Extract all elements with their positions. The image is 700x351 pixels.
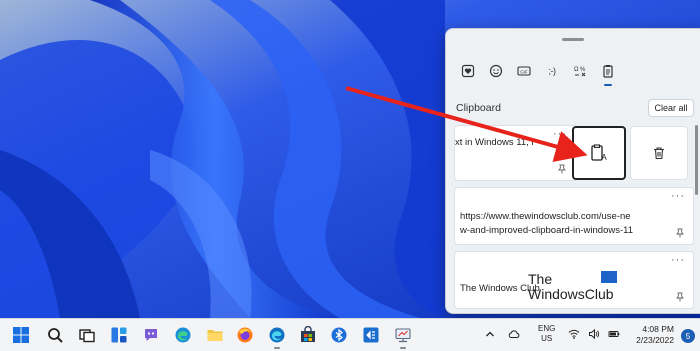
task-view-icon [79,329,95,343]
firefox-icon [237,327,253,343]
tab-kaomoji[interactable]: ;-) [538,59,566,83]
file-explorer-button[interactable] [204,324,226,346]
drag-handle[interactable] [562,38,584,41]
clock[interactable]: 4:08 PM 2/23/2022 [632,324,674,346]
store-icon [301,326,315,342]
app-icon [363,327,379,343]
store-button[interactable] [297,324,319,346]
app-button[interactable] [360,324,382,346]
clock-time: 4:08 PM [642,324,674,334]
language-line1: ENG [538,324,556,333]
start-icon [13,327,29,343]
pin-icon[interactable] [675,228,685,238]
screen-button[interactable] [392,324,414,349]
tab-symbols[interactable]: Ω% [566,59,594,83]
teams-chat-icon [145,329,157,341]
pin-icon[interactable] [675,292,685,302]
search-button[interactable] [44,324,66,346]
edge-button[interactable] [172,324,194,346]
watermark-logo-square [601,271,617,283]
more-options-icon[interactable]: ··· [671,254,685,266]
screen-icon [395,328,411,343]
panel-tabs: GIF ;-) Ω% [454,59,622,86]
symbols-icon: Ω% [574,67,586,77]
tab-emoji[interactable] [482,59,510,83]
clipboard-item-text-line2: w-and-improved-clipboard-in-windows-11 [460,225,634,236]
pin-icon[interactable] [557,164,567,174]
tab-gif[interactable]: GIF [510,59,538,83]
watermark-line2: WindowsClub [528,286,614,302]
svg-text:%: % [580,67,586,73]
gif-icon: GIF [517,66,531,76]
chevron-up-icon[interactable] [484,328,496,340]
taskbar: ENG US 4:08 PM 2/23/2022 5 [0,318,700,351]
start-button[interactable] [10,324,32,346]
edge-icon [269,327,285,343]
cloud-icon[interactable] [508,328,520,340]
svg-text:A: A [601,153,607,162]
bluetooth-icon [331,327,347,343]
clipboard-item[interactable]: xt in Windows 11, i ··· [454,125,576,181]
edge-icon [175,327,191,343]
language-line2: US [541,334,553,343]
clock-date: 2/23/2022 [636,335,674,345]
clipboard-item-text: https://www.thewindowsclub.com/use-ne [460,211,631,222]
scrollbar[interactable] [695,125,698,195]
firefox-button[interactable] [234,324,256,346]
bluetooth-button[interactable] [328,324,350,346]
delete-button[interactable] [630,126,688,180]
clipboard-history-icon [603,65,613,78]
svg-text:GIF: GIF [520,69,528,74]
wifi-icon[interactable] [568,328,580,340]
volume-icon[interactable] [588,328,600,340]
trash-icon [654,147,664,160]
widgets-button[interactable] [108,324,130,346]
paste-text-icon: A [591,144,607,162]
clipboard-title: Clipboard [456,102,501,114]
tab-clipboard[interactable] [594,59,622,86]
paste-as-text-button[interactable]: A [572,126,626,180]
more-options-icon[interactable]: ··· [671,190,685,202]
more-options-icon[interactable]: ··· [553,128,567,140]
notification-badge[interactable]: 5 [681,329,695,343]
battery-icon[interactable] [608,328,620,340]
language-indicator[interactable]: ENG US [538,324,555,344]
kaomoji-icon: ;-) [548,66,557,76]
task-view-button[interactable] [76,324,98,346]
widgets-icon [111,327,127,343]
teams-chat-button[interactable] [140,324,162,346]
file-explorer-icon [207,330,223,341]
clipboard-item[interactable]: https://www.thewindowsclub.com/use-ne w-… [454,187,694,245]
svg-text:Ω: Ω [574,67,579,73]
search-icon [48,328,63,343]
clipboard-item-text: xt in Windows 11, i [455,137,534,148]
edge-active-button[interactable] [266,324,288,349]
emoji-icon [489,64,503,78]
tab-stickers[interactable] [454,59,482,83]
clear-all-button[interactable]: Clear all [648,99,694,117]
heart-sticker-icon [461,64,475,78]
